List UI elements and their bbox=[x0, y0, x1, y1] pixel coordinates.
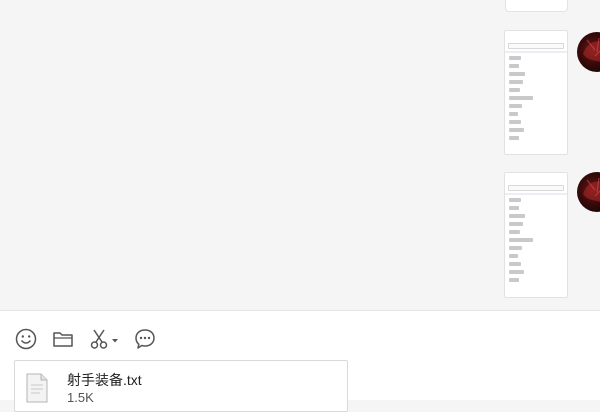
scissors-icon bbox=[90, 329, 108, 349]
folder-icon bbox=[53, 332, 73, 347]
send-file-button[interactable] bbox=[51, 327, 75, 351]
message-bubble[interactable] bbox=[505, 0, 568, 12]
chat-history bbox=[0, 0, 600, 310]
thumbnail-tabs bbox=[505, 36, 567, 42]
smiley-icon bbox=[15, 328, 37, 350]
speech-bubble-icon bbox=[135, 329, 155, 349]
avatar[interactable] bbox=[577, 172, 600, 212]
file-size: 1.5K bbox=[67, 390, 94, 405]
image-message[interactable] bbox=[504, 172, 568, 298]
file-name: 射手装备.txt bbox=[67, 372, 142, 388]
file-attachment[interactable]: 射手装备.txt 1.5K bbox=[14, 360, 348, 412]
thumbnail-tabs bbox=[505, 178, 567, 184]
avatar[interactable] bbox=[577, 32, 600, 72]
thumbnail-search bbox=[508, 185, 564, 191]
thumbnail-search bbox=[508, 43, 564, 49]
chat-record-button[interactable] bbox=[133, 327, 157, 351]
caret-down-icon[interactable] bbox=[111, 338, 119, 344]
emoji-button[interactable] bbox=[14, 327, 38, 351]
screenshot-button[interactable] bbox=[88, 327, 120, 351]
text-file-icon bbox=[26, 373, 48, 403]
image-message[interactable] bbox=[504, 30, 568, 155]
